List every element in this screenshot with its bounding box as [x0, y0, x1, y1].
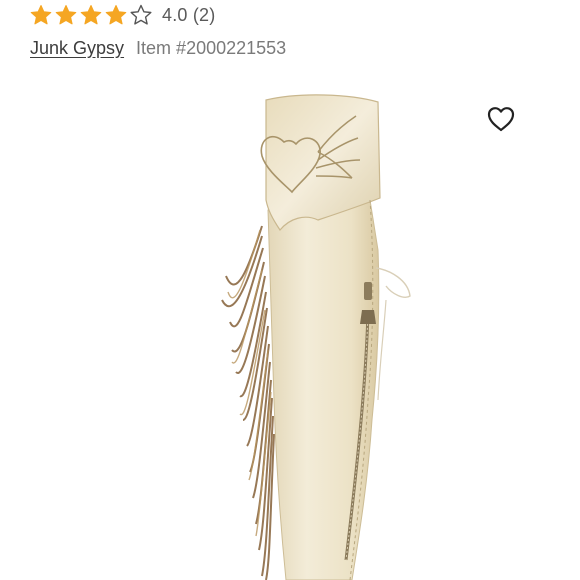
star-filled-icon: [30, 4, 52, 26]
item-number: Item #2000221553: [136, 37, 287, 58]
star-filled-icon: [80, 4, 102, 26]
rating-row: 4.0 (2): [30, 2, 215, 28]
rating-stars: [30, 4, 152, 26]
heart-outline-icon: [487, 107, 515, 132]
brand-link[interactable]: Junk Gypsy: [30, 38, 124, 59]
product-image[interactable]: [0, 86, 580, 580]
lace: [375, 267, 411, 298]
like-button[interactable]: [486, 104, 516, 134]
boot-illustration: [221, 94, 411, 580]
rating-text: 4.0 (2): [162, 4, 216, 25]
fringe: [221, 225, 275, 580]
listing-meta: Junk Gypsy Item #2000221553: [30, 36, 286, 60]
star-empty-icon: [130, 4, 152, 26]
listing-page: 4.0 (2) Junk Gypsy Item #2000221553: [0, 0, 580, 580]
star-filled-icon: [105, 4, 127, 26]
star-filled-icon: [55, 4, 77, 26]
zipper-pull: [360, 310, 376, 324]
